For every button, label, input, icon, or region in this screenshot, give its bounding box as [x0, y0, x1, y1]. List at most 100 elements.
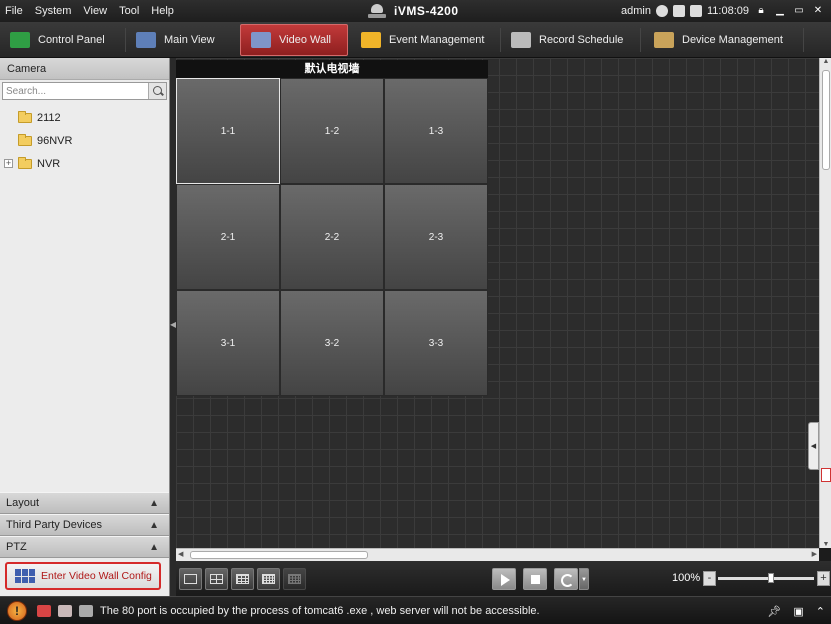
control-panel-icon	[10, 32, 30, 48]
maximize-button[interactable]: ▭	[792, 4, 806, 18]
wall-cell-1-1[interactable]: 1-1	[176, 78, 280, 184]
menu-tool[interactable]: Tool	[113, 0, 145, 22]
layout-custom-icon	[288, 574, 301, 584]
config-button-label: Enter Video Wall Config	[41, 570, 152, 582]
tree-item-label: NVR	[37, 157, 61, 170]
event-management-icon	[361, 32, 381, 48]
scroll-thumb[interactable]	[190, 551, 368, 559]
scroll-left-icon[interactable]: ◀	[178, 549, 183, 561]
folder-icon	[18, 110, 32, 123]
zoom-slider-handle[interactable]	[768, 573, 774, 583]
tree-item-label: 2112	[37, 111, 61, 124]
tree-item-nvr[interactable]: + NVR	[0, 152, 169, 175]
folder-icon	[18, 133, 32, 146]
enter-video-wall-config-button[interactable]: Enter Video Wall Config	[5, 562, 161, 590]
section-ptz[interactable]: PTZ ▲	[0, 536, 169, 558]
chevron-up-icon: ▲	[149, 498, 159, 509]
layout-4x4-button[interactable]	[257, 568, 280, 590]
zoom-slider[interactable]	[718, 573, 814, 583]
video-wall-canvas[interactable]: 默认电视墙 1-1 1-2 1-3 2-1 2-2 2-3 3-1 3-2 3-…	[176, 58, 831, 548]
tree-item-label: 96NVR	[37, 134, 73, 147]
status-message: The 80 port is occupied by the process o…	[100, 604, 540, 617]
menu-view[interactable]: View	[77, 0, 113, 22]
scroll-thumb[interactable]	[822, 70, 830, 170]
scroll-down-icon[interactable]: ▼	[820, 541, 831, 548]
tab-divider	[640, 28, 641, 52]
tab-label: Device Management	[682, 34, 783, 46]
main-view-icon	[136, 32, 156, 48]
scroll-up-icon[interactable]: ▲	[820, 58, 831, 65]
layout-2x2-button[interactable]	[205, 568, 228, 590]
camera-search	[2, 82, 167, 100]
tree-item-96nvr[interactable]: 96NVR	[0, 129, 169, 152]
stop-button[interactable]	[523, 568, 547, 590]
alarm-event-icon[interactable]	[58, 604, 72, 617]
minimize-button[interactable]: ▁	[773, 4, 787, 18]
tree-item-2112[interactable]: 2112	[0, 106, 169, 129]
video-wall-config-icon	[15, 569, 35, 583]
tab-device-management[interactable]: Device Management	[644, 22, 799, 58]
wall-cell-3-2[interactable]: 3-2	[280, 290, 384, 396]
section-label: PTZ	[6, 541, 27, 553]
close-button[interactable]: ✕	[811, 4, 825, 18]
expand-icon[interactable]: +	[4, 159, 13, 168]
refresh-button[interactable]	[554, 568, 578, 590]
expand-up-icon[interactable]: ⌃	[816, 605, 825, 618]
wall-cell-3-1[interactable]: 3-1	[176, 290, 280, 396]
tab-record-schedule[interactable]: Record Schedule	[501, 22, 636, 58]
search-icon[interactable]	[148, 83, 166, 99]
speaker-icon[interactable]	[79, 604, 93, 617]
camera-panel-header[interactable]: Camera	[0, 58, 169, 80]
scroll-right-icon[interactable]: ▶	[812, 549, 817, 561]
play-button[interactable]	[492, 568, 516, 590]
menu-help[interactable]: Help	[145, 0, 180, 22]
wall-cell-3-3[interactable]: 3-3	[384, 290, 488, 396]
tab-video-wall[interactable]: Video Wall	[240, 24, 348, 56]
module-tab-bar: Control Panel Main View Video Wall Event…	[0, 22, 831, 58]
zoom-out-button[interactable]: -	[703, 571, 716, 586]
pin-icon[interactable]: 📌︎	[767, 605, 781, 618]
menu-system[interactable]: System	[29, 0, 78, 22]
wall-cell-1-3[interactable]: 1-3	[384, 78, 488, 184]
warning-icon[interactable]: !	[7, 600, 27, 621]
horizontal-scrollbar[interactable]: ◀ ▶	[176, 548, 819, 561]
cpu-icon[interactable]	[689, 5, 702, 17]
layout-3x3-button[interactable]	[231, 568, 254, 590]
section-label: Layout	[6, 497, 40, 509]
hikvision-logo-icon	[368, 3, 386, 19]
layout-custom-button[interactable]	[283, 568, 306, 590]
network-icon[interactable]	[655, 5, 668, 17]
layout-1x1-icon	[184, 574, 197, 584]
expand-right-panel-tab[interactable]: ◀	[808, 422, 819, 470]
section-third-party-devices[interactable]: Third Party Devices ▲	[0, 514, 169, 536]
alarm-sound-icon[interactable]	[37, 604, 51, 617]
layout-2x2-icon	[210, 574, 223, 584]
app-title: iVMS-4200	[368, 0, 459, 22]
menu-file[interactable]: File	[0, 0, 29, 22]
wall-cell-2-3[interactable]: 2-3	[384, 184, 488, 290]
tab-label: Record Schedule	[539, 34, 624, 46]
folder-icon	[18, 156, 32, 169]
zoom-in-button[interactable]: +	[817, 571, 830, 586]
video-wall-icon	[251, 32, 271, 48]
tab-main-view[interactable]: Main View	[126, 22, 234, 58]
clock: 11:08:09	[706, 5, 749, 17]
wall-cell-2-2[interactable]: 2-2	[280, 184, 384, 290]
zoom-level: 100%	[672, 572, 701, 584]
keyboard-icon[interactable]	[672, 5, 685, 17]
layout-1x1-button[interactable]	[179, 568, 202, 590]
tab-control-panel[interactable]: Control Panel	[0, 22, 122, 58]
chevron-up-icon: ▲	[149, 520, 159, 531]
section-layout[interactable]: Layout ▲	[0, 492, 169, 514]
lock-icon[interactable]: 🔒︎	[754, 4, 768, 18]
refresh-options-dropdown[interactable]: ▼	[579, 568, 589, 590]
wall-cell-1-2[interactable]: 1-2	[280, 78, 384, 184]
window-icon[interactable]: ▣	[793, 605, 803, 618]
header-status: admin 11:08:09 🔒︎ ▁ ▭ ✕	[621, 0, 831, 22]
wall-cell-2-1[interactable]: 2-1	[176, 184, 280, 290]
status-bar-controls: 📌︎ ▣ ⌃	[767, 597, 825, 624]
alarm-indicator-icon[interactable]	[821, 468, 831, 482]
camera-search-input[interactable]	[3, 83, 148, 99]
video-wall: 默认电视墙 1-1 1-2 1-3 2-1 2-2 2-3 3-1 3-2 3-…	[176, 60, 488, 398]
tab-event-management[interactable]: Event Management	[351, 22, 496, 58]
